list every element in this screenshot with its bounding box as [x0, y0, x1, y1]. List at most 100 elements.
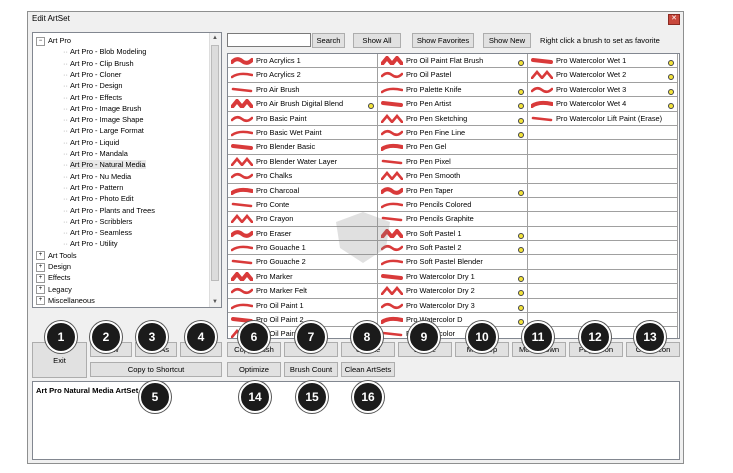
brush-item[interactable]: Pro Air Brush: [228, 82, 378, 98]
brush-item[interactable]: Pro Chalks: [228, 169, 378, 184]
brush-item[interactable]: Pro Soft Pastel 1: [378, 226, 528, 242]
tree-item[interactable]: ·· Art Pro - Clip Brush: [63, 58, 134, 69]
brush-item[interactable]: Pro Basic Wet Paint: [228, 125, 378, 141]
brush-item[interactable]: Pro Pen Taper: [378, 183, 528, 198]
brush-stroke-icon: [381, 273, 403, 280]
brush-item[interactable]: Pro Pen Smooth: [378, 169, 528, 184]
brush-item[interactable]: Pro Acrylics 2: [228, 68, 378, 83]
tree-item[interactable]: + Legacy: [36, 284, 72, 295]
tree-item[interactable]: ·· Art Pro - Plants and Trees: [63, 205, 155, 216]
brush-item[interactable]: Pro Watercolor Lift Paint (Erase): [528, 111, 678, 126]
brush-name: Pro Blender Basic: [256, 142, 316, 152]
search-input[interactable]: [227, 33, 311, 47]
brush-item[interactable]: Pro Soft Pastel Blender: [378, 255, 528, 270]
brush-item[interactable]: Pro Pen Artist: [378, 97, 528, 112]
tree-item[interactable]: − Art Pro: [36, 35, 71, 46]
brush-item[interactable]: Pro Watercolor Wet 4: [528, 97, 678, 112]
brush-item[interactable]: Pro Air Brush Digital Blend: [228, 97, 378, 112]
tree-item[interactable]: ·· Art Pro - Seamless: [63, 227, 132, 238]
tree-item[interactable]: ·· Art Pro - Mandala: [63, 148, 128, 159]
tree-item[interactable]: ·· Art Pro - Image Shape: [63, 114, 143, 125]
brush-item[interactable]: Pro Oil Pastel: [378, 68, 528, 83]
brush-count-button[interactable]: Brush Count: [284, 362, 338, 377]
optimize-button[interactable]: Optimize: [227, 362, 281, 377]
brush-item[interactable]: Pro Watercolor Wet 1: [528, 54, 678, 69]
brush-item[interactable]: Pro Pencils Colored: [378, 197, 528, 213]
tree-item[interactable]: ·· Art Pro - Image Brush: [63, 103, 141, 114]
clean-artsets-button[interactable]: Clean ArtSets: [341, 362, 395, 377]
brush-item[interactable]: Pro Pen Gel: [378, 140, 528, 155]
expand-icon[interactable]: +: [36, 262, 45, 272]
brush-item[interactable]: Pro Marker Felt: [228, 284, 378, 299]
callout-badge: 7: [295, 321, 327, 353]
show-favorites-button[interactable]: Show Favorites: [412, 33, 474, 48]
search-button[interactable]: Search: [312, 33, 345, 48]
scroll-down-icon[interactable]: ▼: [212, 299, 218, 305]
scrollbar-thumb[interactable]: [211, 45, 219, 281]
brush-item[interactable]: Pro Pen Sketching: [378, 111, 528, 126]
tree-item[interactable]: ·· Art Pro - Scribblers: [63, 216, 132, 227]
tree-connector: ··: [63, 160, 68, 170]
tree-scrollbar[interactable]: ▲ ▼: [209, 33, 221, 307]
brush-item[interactable]: Pro Marker: [228, 269, 378, 285]
tree-item[interactable]: ·· Art Pro - Design: [63, 80, 123, 91]
tree-item-label: Art Pro - Pattern: [69, 182, 124, 192]
brush-item[interactable]: Pro Watercolor Wet 3: [528, 82, 678, 98]
tree-item[interactable]: + Art Tools: [36, 250, 77, 261]
brush-stroke-icon: [231, 288, 253, 295]
brush-item[interactable]: Pro Watercolor Wet 2: [528, 68, 678, 83]
tree-item[interactable]: ·· Art Pro - Nu Media: [63, 171, 131, 182]
brush-item[interactable]: Pro Pen Pixel: [378, 154, 528, 170]
brush-item[interactable]: Pro Watercolor Dry 1: [378, 269, 528, 285]
brush-item[interactable]: Pro Charcoal: [228, 183, 378, 198]
brush-item[interactable]: Pro Watercolor Dry 3: [378, 298, 528, 314]
tree-item[interactable]: ·· Art Pro - Large Format: [63, 125, 144, 136]
brush-item[interactable]: Pro Watercolor Dry 2: [378, 284, 528, 299]
brush-item[interactable]: Pro Watercolor D: [378, 313, 528, 328]
copy-to-shortcut-button[interactable]: Copy to Shortcut: [90, 362, 222, 377]
brush-item[interactable]: Pro Blender Water Layer: [228, 154, 378, 170]
expand-icon[interactable]: +: [36, 285, 45, 295]
tree-item-label: Miscellaneous: [48, 295, 95, 305]
expand-icon[interactable]: +: [36, 273, 45, 283]
tree-item[interactable]: ·· Art Pro - Photo Edit: [63, 193, 134, 204]
tree-item[interactable]: ·· Art Pro - Cloner: [63, 69, 121, 80]
callout-badge: 3: [136, 321, 168, 353]
tree-item[interactable]: ·· Art Pro - Natural Media: [63, 159, 146, 170]
tree-item[interactable]: +Others: [36, 306, 70, 307]
new-brush-dot-icon: [518, 103, 524, 110]
brush-name: Pro Watercolor Wet 2: [556, 70, 627, 80]
brush-name: Pro Chalks: [256, 171, 293, 181]
brush-item[interactable]: Pro Pen Fine Line: [378, 125, 528, 141]
tree-item[interactable]: ·· Art Pro - Pattern: [63, 182, 123, 193]
tree-connector: ··: [63, 149, 68, 158]
tree-item[interactable]: + Miscellaneous: [36, 295, 95, 306]
tree-item[interactable]: ·· Art Pro - Blob Modeling: [63, 46, 146, 57]
tree-item[interactable]: ·· Art Pro - Effects: [63, 92, 122, 103]
brush-item[interactable]: Pro Basic Paint: [228, 111, 378, 126]
brush-item[interactable]: Pro Pencils Graphite: [378, 212, 528, 227]
brush-grid[interactable]: Pro Acrylics 1 Pro Acrylics 2 Pro Air Brus…: [227, 53, 680, 339]
artset-tree[interactable]: − Art Pro ·· Art Pro - Blob Modeling ·· Art P…: [32, 32, 222, 308]
brush-item[interactable]: Pro Watercolor: [378, 327, 528, 338]
tree-item[interactable]: + Effects: [36, 272, 70, 283]
brush-item[interactable]: Pro Acrylics 1: [228, 54, 378, 69]
brush-item[interactable]: Pro Oil Paint 1: [228, 298, 378, 314]
brush-item[interactable]: Pro Oil Paint Flat Brush: [378, 54, 528, 69]
expand-icon[interactable]: +: [36, 251, 45, 261]
show-new-button[interactable]: Show New: [483, 33, 531, 48]
brush-column: Pro Acrylics 1 Pro Acrylics 2 Pro Air Brus…: [228, 54, 378, 338]
show-all-button[interactable]: Show All: [353, 33, 401, 48]
tree-item[interactable]: ·· Art Pro - Liquid: [63, 137, 119, 148]
brush-item[interactable]: Pro Soft Pastel 2: [378, 241, 528, 256]
tree-item[interactable]: + Design: [36, 261, 71, 272]
brush-item[interactable]: Pro Palette Knife: [378, 82, 528, 98]
close-button[interactable]: ✕: [668, 14, 680, 25]
collapse-icon[interactable]: −: [36, 36, 45, 46]
scroll-up-icon[interactable]: ▲: [212, 35, 218, 41]
callout-badge: 4: [185, 321, 217, 353]
brush-name: Pro Soft Pastel 2: [406, 243, 462, 253]
tree-item[interactable]: ·· Art Pro - Utility: [63, 238, 118, 249]
expand-icon[interactable]: +: [36, 296, 45, 306]
brush-item[interactable]: Pro Blender Basic: [228, 140, 378, 155]
